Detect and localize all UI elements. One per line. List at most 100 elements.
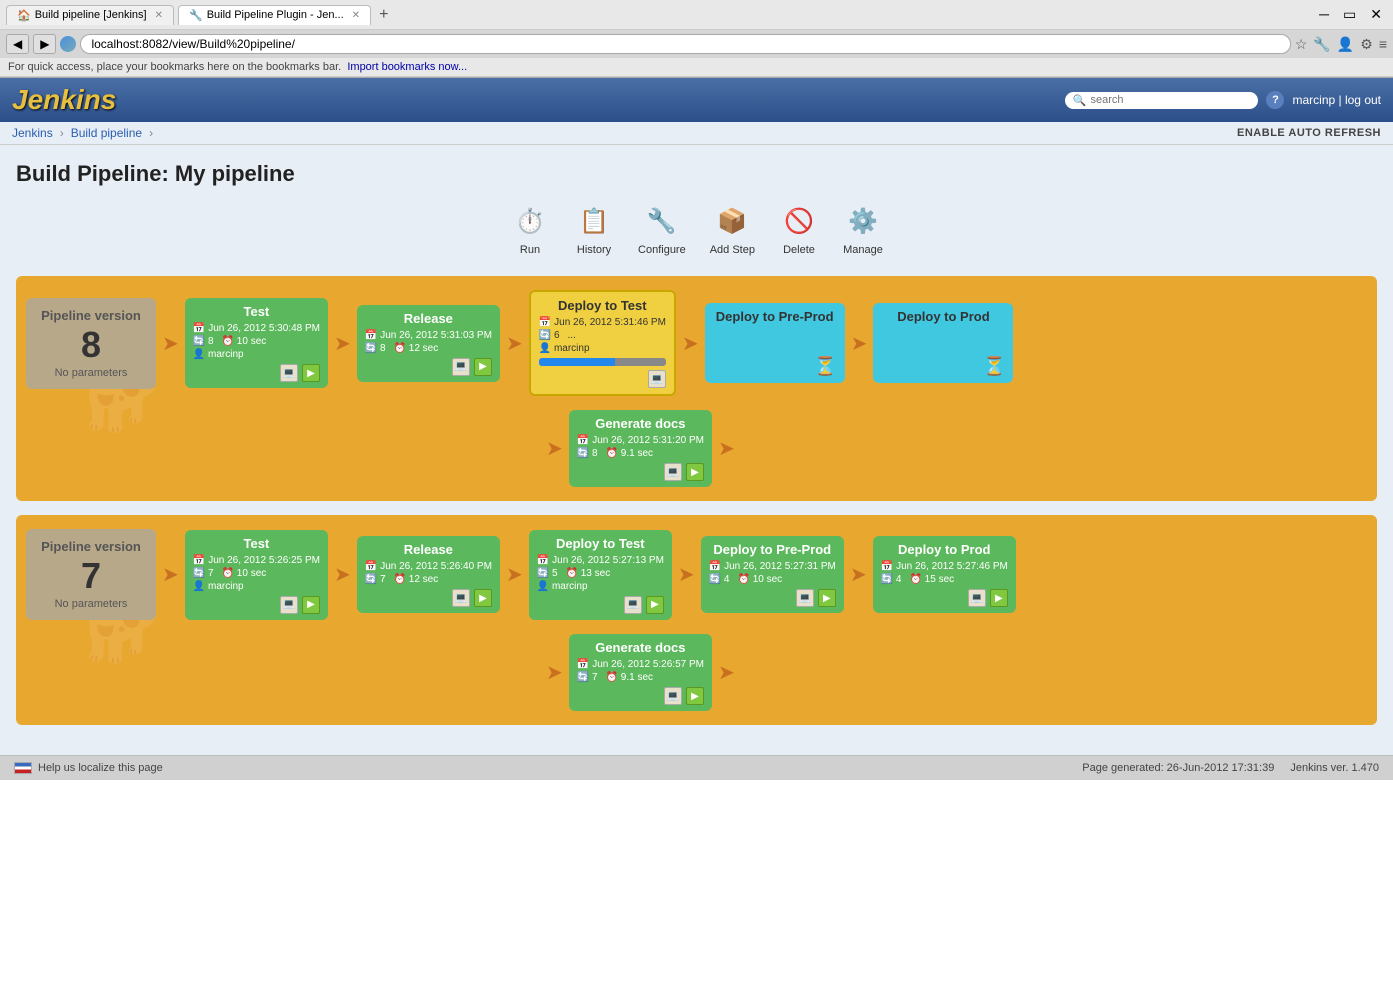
test-info-7: 📅Jun 26, 2012 5:26:25 PM 🔄 7 ⏰ 10 sec 👤 … <box>193 555 320 592</box>
history-tool[interactable]: 📋 History <box>574 201 614 256</box>
tab2-icon: 🔧 <box>189 9 203 22</box>
configure-tool[interactable]: 🔧 Configure <box>638 201 686 256</box>
arrow-5-7: ➤ <box>850 562 867 587</box>
back-button[interactable]: ◀ <box>6 34 29 54</box>
profile-icon[interactable]: 👤 <box>1337 36 1354 53</box>
add-step-label: Add Step <box>710 244 755 256</box>
deploy-prod-hourglass-8: ⏳ <box>983 356 1005 377</box>
tab1-icon: 🏠 <box>17 9 31 22</box>
arrow-2-8: ➤ <box>334 331 351 356</box>
version-card-7: Pipeline version 7 No parameters <box>26 529 156 620</box>
tab-2[interactable]: 🔧 Build Pipeline Plugin - Jen... ✕ <box>178 5 371 25</box>
deploy-preprod-info-7: 📅Jun 26, 2012 5:27:31 PM 🔄 4 ⏰ 10 sec <box>709 561 836 585</box>
auto-refresh-button[interactable]: ENABLE AUTO REFRESH <box>1237 127 1381 139</box>
tab-1[interactable]: 🏠 Build pipeline [Jenkins] ✕ <box>6 5 174 25</box>
bookmark-star-icon[interactable]: ☆ <box>1295 36 1308 53</box>
manage-tool[interactable]: ⚙️ Manage <box>843 201 883 256</box>
help-button[interactable]: ? <box>1266 91 1284 109</box>
version-num-8: 8 <box>34 327 148 363</box>
menu-icon[interactable]: ≡ <box>1379 36 1387 52</box>
test-console-btn-7[interactable]: 💻 <box>280 596 298 614</box>
run-label: Run <box>520 244 540 256</box>
gen-docs-card-7: Generate docs 📅Jun 26, 2012 5:26:57 PM 🔄… <box>569 634 712 711</box>
tab1-label: Build pipeline [Jenkins] <box>35 9 147 21</box>
jenkins-header: Jenkins 🔍 ? marcinp | log out <box>0 78 1393 122</box>
breadcrumb-jenkins[interactable]: Jenkins <box>12 126 53 140</box>
gen-docs-info-7: 📅Jun 26, 2012 5:26:57 PM 🔄 7 ⏰ 9.1 sec <box>577 659 704 683</box>
release-run-btn-8[interactable]: ▶ <box>474 358 492 376</box>
forward-button[interactable]: ▶ <box>33 34 56 54</box>
gen-docs-run-btn-8[interactable]: ▶ <box>686 463 704 481</box>
deploy-test-dur-7: 13 sec <box>581 568 610 579</box>
history-icon: 📋 <box>574 201 614 241</box>
page-footer: Help us localize this page Page generate… <box>0 755 1393 780</box>
footer-left: Help us localize this page <box>14 762 163 774</box>
deploy-preprod-run-btn-7[interactable]: ▶ <box>818 589 836 607</box>
logout-link[interactable]: log out <box>1345 93 1381 107</box>
deploy-test-console-btn-7[interactable]: 💻 <box>624 596 642 614</box>
arrow-2-7: ➤ <box>334 562 351 587</box>
deploy-test-title-8: Deploy to Test <box>539 298 666 313</box>
gen-docs-run-btn-7[interactable]: ▶ <box>686 687 704 705</box>
deploy-preprod-title-8: Deploy to Pre-Prod <box>713 309 837 324</box>
manage-icon: ⚙️ <box>843 201 883 241</box>
arrow-1-8: ➤ <box>162 331 179 356</box>
deploy-test-info-7: 📅Jun 26, 2012 5:27:13 PM 🔄 5 ⏰ 13 sec 👤 … <box>537 555 664 592</box>
tools-icon[interactable]: 🔧 <box>1313 36 1330 53</box>
close-window-button[interactable]: ✕ <box>1365 4 1387 25</box>
gen-docs-build-7: 7 <box>592 672 598 683</box>
navigation-bar: ◀ ▶ ☆ 🔧 👤 ⚙ ≡ <box>0 30 1393 58</box>
search-input[interactable] <box>1090 94 1250 106</box>
deploy-prod-run-btn-7[interactable]: ▶ <box>990 589 1008 607</box>
test-run-btn-7[interactable]: ▶ <box>302 596 320 614</box>
gen-docs-footer-7: 💻 ▶ <box>577 687 704 705</box>
release-run-btn-7[interactable]: ▶ <box>474 589 492 607</box>
deploy-preprod-console-btn-7[interactable]: 💻 <box>796 589 814 607</box>
bookmarks-bar: For quick access, place your bookmarks h… <box>0 58 1393 77</box>
tab1-close[interactable]: ✕ <box>155 10 163 21</box>
new-tab-button[interactable]: + <box>379 6 388 24</box>
run-tool[interactable]: ⏱️ Run <box>510 201 550 256</box>
refresh-button[interactable] <box>60 36 76 52</box>
test-footer-7: 💻 ▶ <box>193 596 320 614</box>
address-bar[interactable] <box>80 34 1290 54</box>
minimize-button[interactable]: ─ <box>1314 4 1334 25</box>
gen-docs-console-btn-7[interactable]: 💻 <box>664 687 682 705</box>
version-text: Jenkins ver. 1.470 <box>1290 762 1379 774</box>
release-date-7: Jun 26, 2012 5:26:40 PM <box>380 561 492 572</box>
browser-chrome: 🏠 Build pipeline [Jenkins] ✕ 🔧 Build Pip… <box>0 0 1393 78</box>
arrow-gen-docs-7: ➤ <box>546 660 563 685</box>
delete-tool[interactable]: 🚫 Delete <box>779 201 819 256</box>
username-link[interactable]: marcinp <box>1292 93 1335 107</box>
release-console-btn-7[interactable]: 💻 <box>452 589 470 607</box>
test-dur-8: 10 sec <box>237 336 266 347</box>
gen-docs-console-btn-8[interactable]: 💻 <box>664 463 682 481</box>
deploy-test-card-7: Deploy to Test 📅Jun 26, 2012 5:27:13 PM … <box>529 530 672 620</box>
import-bookmarks-link[interactable]: Import bookmarks now... <box>347 61 467 73</box>
tab2-close[interactable]: ✕ <box>352 10 360 21</box>
deploy-prod-dur-7: 15 sec <box>925 574 954 585</box>
toolbar: ⏱️ Run 📋 History 🔧 Configure 📦 Add Step … <box>16 201 1377 256</box>
search-box: 🔍 <box>1065 92 1259 109</box>
test-title-8: Test <box>193 304 320 319</box>
breadcrumb-pipeline[interactable]: Build pipeline <box>71 126 142 140</box>
test-date-7: Jun 26, 2012 5:26:25 PM <box>208 555 320 566</box>
add-step-tool[interactable]: 📦 Add Step <box>710 201 755 256</box>
test-run-btn-8[interactable]: ▶ <box>302 364 320 382</box>
deploy-test-console-btn-8[interactable]: 💻 <box>648 370 666 388</box>
test-card-7: Test 📅Jun 26, 2012 5:26:25 PM 🔄 7 ⏰ 10 s… <box>185 530 328 620</box>
release-console-btn-8[interactable]: 💻 <box>452 358 470 376</box>
test-user-8: marcinp <box>208 349 244 360</box>
apps-icon[interactable]: ⚙ <box>1360 36 1373 53</box>
history-label: History <box>577 244 611 256</box>
test-console-btn-8[interactable]: 💻 <box>280 364 298 382</box>
deploy-prod-console-btn-7[interactable]: 💻 <box>968 589 986 607</box>
test-date-8: Jun 26, 2012 5:30:48 PM <box>208 323 320 334</box>
version-label-8: Pipeline version <box>34 308 148 323</box>
no-params-8: No parameters <box>34 367 148 379</box>
deploy-prod-card-7: Deploy to Prod 📅Jun 26, 2012 5:27:46 PM … <box>873 536 1016 613</box>
deploy-prod-build-7: 4 <box>896 574 902 585</box>
arrow-4-8: ➤ <box>682 331 699 356</box>
deploy-test-run-btn-7[interactable]: ▶ <box>646 596 664 614</box>
maximize-button[interactable]: ▭ <box>1338 4 1361 25</box>
